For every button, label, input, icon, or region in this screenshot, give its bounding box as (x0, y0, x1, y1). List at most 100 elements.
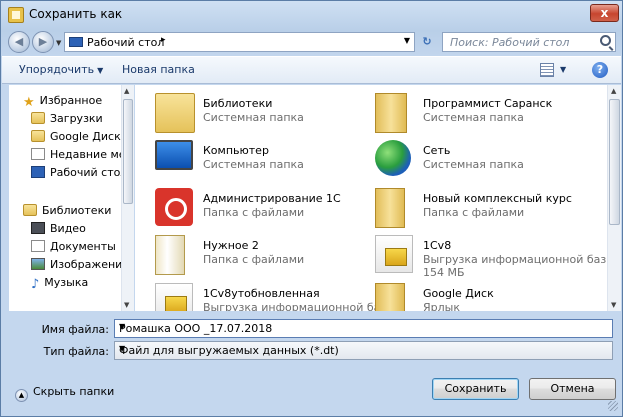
new-folder-button[interactable]: Новая папка (122, 63, 195, 76)
network-icon (375, 140, 411, 176)
file-name: Новый комплексный курс (423, 192, 572, 205)
list-item[interactable]: Google Диск Ярлык (375, 283, 595, 311)
libraries-folder-icon (155, 93, 195, 133)
sidebar-item-pictures[interactable]: Изображения (31, 257, 129, 273)
sidebar-item-documents[interactable]: Документы (31, 239, 116, 255)
desktop-icon (31, 166, 45, 178)
sidebar-item-label: Изображения (50, 258, 129, 271)
refresh-button[interactable]: ↻ (416, 32, 438, 52)
list-item[interactable]: Новый комплексный курс Папка с файлами (375, 188, 595, 234)
music-icon: ♪ (31, 277, 40, 292)
file-size: 154 МБ (423, 266, 465, 279)
back-button[interactable]: ◀ (8, 31, 30, 53)
breadcrumb-desktop[interactable]: Рабочий стол (87, 36, 164, 49)
organize-button[interactable]: Упорядочить ▼ (19, 63, 103, 76)
address-bar[interactable]: Рабочий стол ▸ ▼ (64, 32, 415, 52)
list-item[interactable]: Программист Саранск Системная папка (375, 93, 595, 139)
user-folder-icon (375, 93, 407, 133)
file-name: Компьютер (203, 144, 269, 157)
scroll-down-icon[interactable]: ▼ (611, 301, 616, 309)
hide-folders-button[interactable]: ▲ Скрыть папки (15, 385, 114, 402)
filename-input[interactable]: Ромашка ООО _17.07.2018 ▼ (114, 319, 613, 338)
video-icon (31, 222, 45, 234)
star-icon: ★ (23, 95, 35, 110)
sidebar-item-label: Музыка (44, 276, 89, 289)
scrollbar-thumb[interactable] (609, 99, 620, 225)
close-button[interactable]: x (590, 4, 619, 22)
sidebar-item-music[interactable]: ♪ Музыка (31, 275, 89, 292)
google-drive-icon (31, 130, 45, 142)
cancel-button[interactable]: Отмена (529, 378, 616, 400)
scrollbar-thumb[interactable] (123, 99, 133, 204)
list-item[interactable]: 1Cv8 Выгрузка информационной баз... 154 … (375, 235, 608, 281)
sidebar-item-google-drive[interactable]: Google Диск (31, 129, 121, 145)
organize-label: Упорядочить (19, 63, 95, 76)
filetype-select[interactable]: Файл для выгружаемых данных (*.dt) ▼ (114, 341, 613, 360)
scroll-up-icon[interactable]: ▲ (124, 87, 129, 95)
sidebar-item-label: Избранное (39, 94, 103, 107)
dialog-title: Сохранить как (29, 7, 123, 21)
file-name: Программист Саранск (423, 97, 553, 110)
list-item[interactable]: Нужное 2 Папка с файлами (155, 235, 375, 281)
title-bar: Сохранить как x (1, 1, 622, 29)
list-item[interactable]: Компьютер Системная папка (155, 140, 375, 186)
sidebar-item-recent-places[interactable]: Недавние мест (31, 147, 133, 163)
scroll-up-icon[interactable]: ▲ (611, 87, 616, 95)
libraries-icon (23, 204, 37, 216)
downloads-folder-icon (31, 112, 45, 124)
file-type: Системная папка (203, 111, 304, 124)
sidebar-item-label: Рабочий стол (50, 166, 128, 179)
folder-icon (375, 188, 405, 228)
search-icon[interactable] (600, 35, 611, 46)
chevron-down-icon[interactable]: ▼ (119, 322, 608, 331)
file-type: Системная папка (423, 158, 524, 171)
help-icon[interactable]: ? (592, 62, 608, 78)
sidebar-item-video[interactable]: Видео (31, 221, 86, 237)
folder-icon (155, 235, 185, 275)
forward-button[interactable]: ▶ (32, 31, 54, 53)
file-name: 1Cv8 (423, 239, 452, 252)
list-item[interactable]: Библиотеки Системная папка (155, 93, 375, 139)
back-arrow-icon: ◀ (14, 35, 24, 48)
chevron-down-icon[interactable]: ▼ (119, 344, 608, 353)
navigation-scrollbar[interactable]: ▲ ▼ (121, 85, 134, 311)
list-item[interactable]: 1Cv8утобновленная Выгрузка информационно… (155, 283, 397, 311)
file-list[interactable]: Библиотеки Системная папка Программист С… (135, 85, 608, 311)
save-button[interactable]: Сохранить (432, 378, 519, 400)
chevron-down-icon: ▼ (97, 66, 104, 75)
file-list-scrollbar[interactable]: ▲ ▼ (607, 85, 621, 311)
file-name: Google Диск (423, 287, 494, 300)
resize-grip-icon[interactable] (608, 401, 618, 411)
file-type: Выгрузка информационной баз... (203, 301, 397, 311)
search-input[interactable]: Поиск: Рабочий стол (442, 32, 616, 52)
sidebar-item-label: Видео (50, 222, 86, 235)
sidebar-item-label: Google Диск (50, 130, 121, 143)
filename-label: Имя файла: (41, 323, 109, 336)
dt-file-icon (155, 283, 193, 311)
file-type: Системная папка (203, 158, 304, 171)
file-name: 1Cv8утобновленная (203, 287, 320, 300)
list-item[interactable]: Администрирование 1С Папка с файлами (155, 188, 375, 234)
dt-file-icon (375, 235, 413, 273)
navigation-pane[interactable]: ★ Избранное Загрузки Google Диск Недавние… (9, 85, 134, 311)
sidebar-item-label: Документы (50, 240, 116, 253)
computer-icon (155, 140, 193, 170)
view-options-dropdown[interactable]: ▼ (560, 65, 566, 74)
collapse-icon: ▲ (15, 389, 28, 402)
address-dropdown-icon[interactable]: ▼ (404, 36, 410, 45)
scroll-down-icon[interactable]: ▼ (124, 301, 129, 309)
sidebar-item-downloads[interactable]: Загрузки (31, 111, 103, 127)
list-item[interactable]: Сеть Системная папка (375, 140, 595, 186)
documents-icon (31, 240, 45, 252)
sidebar-item-desktop[interactable]: Рабочий стол (31, 165, 127, 181)
file-type: Системная папка (423, 111, 524, 124)
sidebar-item-favorites[interactable]: ★ Избранное (23, 93, 103, 110)
file-type: Папка с файлами (423, 206, 525, 219)
sidebar-item-label: Библиотеки (42, 204, 112, 217)
breadcrumb-arrow-icon[interactable]: ▸ (161, 35, 166, 45)
recent-locations-dropdown[interactable]: ▼ (56, 39, 61, 47)
desktop-icon (69, 37, 83, 47)
sidebar-item-libraries[interactable]: Библиотеки (23, 203, 111, 219)
change-view-icon[interactable] (540, 63, 554, 77)
pictures-icon (31, 258, 45, 270)
